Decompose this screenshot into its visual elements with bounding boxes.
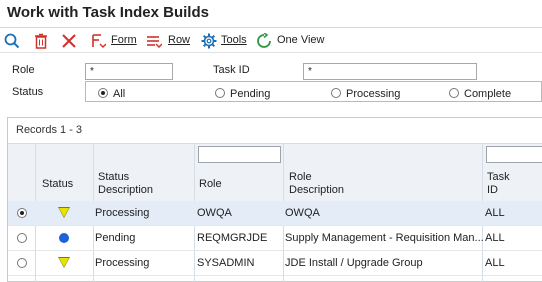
task-id-cell: ALL — [485, 232, 505, 244]
search-icon[interactable] — [4, 33, 20, 49]
records-count: Records 1 - 3 — [16, 124, 83, 136]
role-cell[interactable]: SYSADMIN — [197, 257, 254, 269]
form-menu-icon[interactable] — [90, 33, 107, 49]
col-header-role-desc-line1[interactable]: Role — [289, 171, 312, 184]
row-menu-icon[interactable] — [146, 33, 163, 49]
status-all-label[interactable]: All — [113, 88, 125, 100]
one-view-icon[interactable] — [256, 32, 272, 49]
col-header-status[interactable]: Status — [42, 178, 73, 191]
status-complete-label[interactable]: Complete — [464, 88, 511, 100]
role-filter-input[interactable] — [85, 63, 173, 80]
table-row[interactable]: Processing OWQA OWQA ALL — [8, 201, 542, 226]
table-row[interactable]: Processing SYSADMIN JDE Install / Upgrad… — [8, 251, 542, 276]
role-description-cell: Supply Management - Requisition Man... — [285, 232, 484, 244]
gear-icon[interactable] — [201, 33, 217, 49]
page-title: Work with Task Index Builds — [7, 4, 209, 21]
col-header-role[interactable]: Role — [199, 178, 222, 191]
tools-menu-button[interactable]: Tools — [221, 34, 247, 46]
row-select-radio[interactable] — [17, 258, 27, 268]
delete-icon[interactable] — [33, 33, 49, 49]
row-menu-button[interactable]: Row — [168, 34, 190, 46]
role-label: Role — [12, 64, 35, 76]
col-header-task-id-line1[interactable]: Task — [487, 171, 510, 184]
row-select-radio[interactable] — [17, 233, 27, 243]
status-description-cell: Processing — [95, 207, 150, 219]
role-description-cell: JDE Install / Upgrade Group — [285, 257, 423, 269]
status-complete-radio[interactable] — [449, 88, 459, 98]
pending-circle-icon — [59, 233, 69, 243]
title-bar: Work with Task Index Builds — [0, 0, 542, 27]
status-processing-label[interactable]: Processing — [346, 88, 400, 100]
col-header-role-desc-line2[interactable]: Description — [289, 184, 344, 197]
warning-triangle-fill — [59, 208, 69, 217]
table-row[interactable]: Pending REQMGRJDE Supply Management - Re… — [8, 226, 542, 251]
status-description-cell: Pending — [95, 232, 136, 244]
form-menu-button[interactable]: Form — [111, 34, 137, 46]
status-all-radio[interactable] — [98, 88, 108, 98]
toolbar: Form Row Tools One View — [0, 27, 542, 53]
results-grid: Records 1 - 3 Status Status Description … — [7, 117, 542, 282]
row-select-radio[interactable] — [17, 208, 27, 218]
role-description-cell: OWQA — [285, 207, 320, 219]
role-cell[interactable]: REQMGRJDE — [197, 232, 267, 244]
task-id-cell: ALL — [485, 207, 505, 219]
status-pending-label[interactable]: Pending — [230, 88, 270, 100]
task-id-filter-input[interactable] — [303, 63, 477, 80]
status-label: Status — [12, 86, 44, 98]
qbe-role-input[interactable] — [198, 146, 281, 163]
col-header-task-id-line2[interactable]: ID — [487, 184, 498, 197]
close-icon[interactable] — [61, 33, 77, 49]
status-pending-radio[interactable] — [215, 88, 225, 98]
task-id-cell: ALL — [485, 257, 505, 269]
one-view-button[interactable]: One View — [277, 34, 325, 46]
warning-triangle-fill — [59, 258, 69, 267]
col-header-status-desc-line2[interactable]: Description — [98, 184, 153, 197]
qbe-task-id-input[interactable] — [486, 146, 542, 163]
col-header-status-desc-line1[interactable]: Status — [98, 171, 129, 184]
status-description-cell: Processing — [95, 257, 150, 269]
role-cell[interactable]: OWQA — [197, 207, 232, 219]
task-id-label: Task ID — [213, 64, 250, 76]
status-processing-radio[interactable] — [331, 88, 341, 98]
